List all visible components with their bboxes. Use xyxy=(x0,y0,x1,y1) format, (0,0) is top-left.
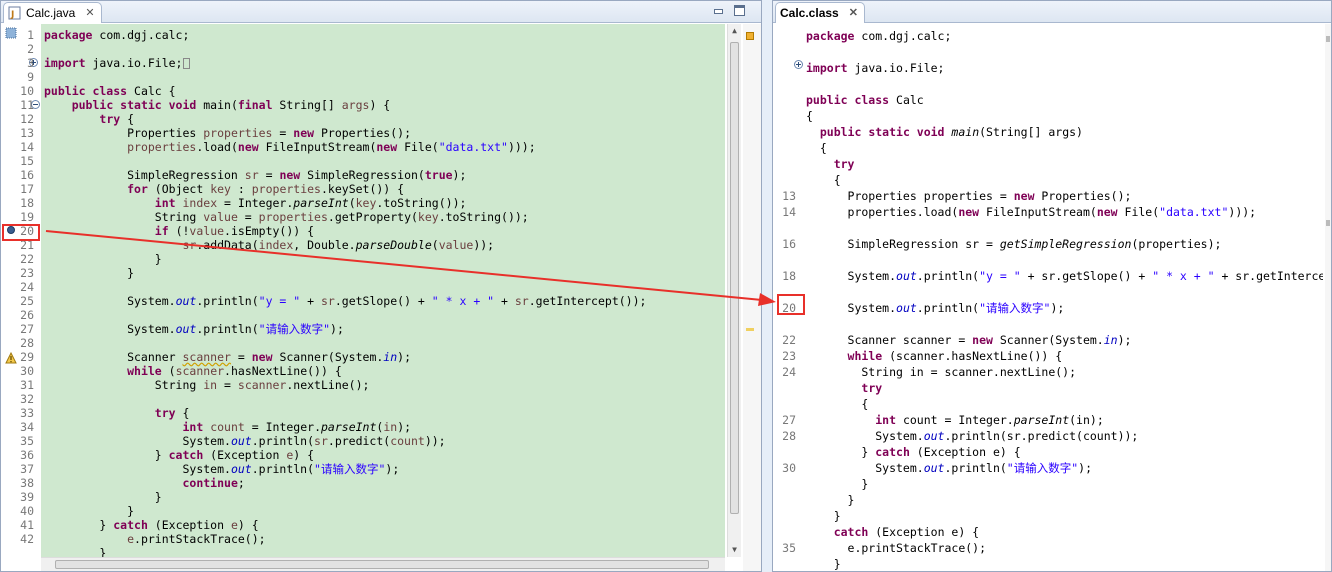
line-number: 1 xyxy=(27,28,34,42)
line-number: 13 xyxy=(20,126,34,140)
line-number: 9 xyxy=(27,70,34,84)
line-number xyxy=(773,556,799,571)
highlight-box-line-20 xyxy=(2,224,40,241)
line-number: 39 xyxy=(20,490,34,504)
line-number xyxy=(773,396,799,412)
java-source-editor[interactable]: 1 2 3 9 10 11 12 13 14 15 16 17 18 19 20 21 22 23 24 25 26 27… xyxy=(1,24,761,571)
line-number xyxy=(773,476,799,492)
minimize-icon[interactable] xyxy=(713,5,724,16)
line-number: 40 xyxy=(20,504,34,518)
tab-title: Calc.class xyxy=(780,6,839,20)
line-number xyxy=(773,524,799,540)
line-number xyxy=(773,60,799,76)
scroll-down-arrow[interactable]: ▼ xyxy=(728,543,741,557)
line-number xyxy=(773,76,799,92)
java-editor-pane: J Calc.java ✕ 1 2 3 9 10 11 12 13 14 15 16 17 18 19 20… xyxy=(0,0,762,572)
line-number xyxy=(773,220,799,236)
line-number: 37 xyxy=(20,462,34,476)
class-viewer-tabbar: Calc.class ✕ xyxy=(773,1,1331,23)
code-text-area[interactable]: package com.dgj.calc; import java.io.Fil… xyxy=(803,24,1323,571)
highlight-box-line-20 xyxy=(777,294,805,315)
line-number xyxy=(773,108,799,124)
line-number: 27 xyxy=(20,322,34,336)
maximize-icon[interactable] xyxy=(734,5,745,16)
code-text-area[interactable]: package com.dgj.calc; import java.io.Fil… xyxy=(41,24,725,571)
line-number: 17 xyxy=(20,182,34,196)
scroll-up-arrow[interactable]: ▲ xyxy=(728,24,741,38)
line-number: 14 xyxy=(20,140,34,154)
line-number: 18 xyxy=(782,269,796,283)
line-number: 33 xyxy=(20,406,34,420)
line-number: 29 xyxy=(20,350,34,364)
line-number: 41 xyxy=(20,518,34,532)
java-editor-tabbar: J Calc.java ✕ xyxy=(1,1,761,23)
line-number xyxy=(773,92,799,108)
line-number xyxy=(773,492,799,508)
line-number xyxy=(773,124,799,140)
line-number: 2 xyxy=(27,42,34,56)
line-number: 12 xyxy=(20,112,34,126)
hscroll-thumb[interactable] xyxy=(55,560,709,569)
line-number: 15 xyxy=(20,154,34,168)
line-number xyxy=(773,380,799,396)
line-number: 25 xyxy=(20,294,34,308)
line-number: 19 xyxy=(20,210,34,224)
line-number xyxy=(773,444,799,460)
line-number: 34 xyxy=(20,420,34,434)
line-number: 3 xyxy=(27,56,34,70)
scroll-thumb[interactable] xyxy=(730,42,739,514)
line-number: 32 xyxy=(20,392,34,406)
line-number: 38 xyxy=(20,476,34,490)
line-number: 28 xyxy=(782,429,796,443)
line-number xyxy=(773,156,799,172)
line-number: 23 xyxy=(20,266,34,280)
svg-text:J: J xyxy=(10,10,14,20)
line-number xyxy=(773,140,799,156)
tab-calc-java[interactable]: J Calc.java ✕ xyxy=(3,2,102,23)
horizontal-scrollbar[interactable] xyxy=(41,557,725,571)
line-number: 23 xyxy=(782,349,796,363)
tab-calc-class[interactable]: Calc.class ✕ xyxy=(775,2,865,23)
line-number: 26 xyxy=(20,308,34,322)
line-number: 22 xyxy=(782,333,796,347)
line-number: 22 xyxy=(20,252,34,266)
line-numbers: 1 2 3 9 10 11 12 13 14 15 16 17 18 19 20 21 22 23 24 25 26 27… xyxy=(1,28,37,546)
line-number: 36 xyxy=(20,448,34,462)
tab-title: Calc.java xyxy=(26,6,76,20)
close-tab-icon[interactable]: ✕ xyxy=(849,7,858,19)
vertical-scrollbar[interactable]: ▲ ▼ xyxy=(727,24,741,557)
line-number xyxy=(773,252,799,268)
line-number: 24 xyxy=(20,280,34,294)
line-number-ruler[interactable]: 1 2 3 9 10 11 12 13 14 15 16 17 18 19 20 21 22 23 24 25 26 27… xyxy=(1,24,41,571)
java-file-icon: J xyxy=(8,6,21,20)
line-number: 14 xyxy=(782,205,796,219)
line-number xyxy=(773,172,799,188)
line-number: 35 xyxy=(20,434,34,448)
decompiled-class-editor[interactable]: 13 14 16 18 20 22 23 24 27 28 30 35 package com.dgj… xyxy=(773,24,1331,571)
line-number: 42 xyxy=(20,532,34,546)
line-number: 10 xyxy=(20,84,34,98)
line-number xyxy=(773,44,799,60)
line-number: 13 xyxy=(782,189,796,203)
line-number: 18 xyxy=(20,196,34,210)
line-number: 28 xyxy=(20,336,34,350)
line-number xyxy=(773,316,799,332)
line-number xyxy=(773,508,799,524)
class-viewer-pane: Calc.class ✕ 13 14 16 18 20 22 23 24 27 28 30 35 pa… xyxy=(772,0,1332,572)
line-number: 30 xyxy=(20,364,34,378)
line-number xyxy=(773,28,799,44)
line-number: 31 xyxy=(20,378,34,392)
line-number: 16 xyxy=(20,168,34,182)
line-number: 11 xyxy=(20,98,34,112)
line-number: 30 xyxy=(782,461,796,475)
line-number: 35 xyxy=(782,541,796,555)
line-number: 24 xyxy=(782,365,796,379)
close-tab-icon[interactable]: ✕ xyxy=(85,7,94,19)
line-number: 27 xyxy=(782,413,796,427)
overview-ruler[interactable] xyxy=(743,24,761,571)
line-number: 16 xyxy=(782,237,796,251)
overview-ruler[interactable] xyxy=(1325,24,1331,571)
